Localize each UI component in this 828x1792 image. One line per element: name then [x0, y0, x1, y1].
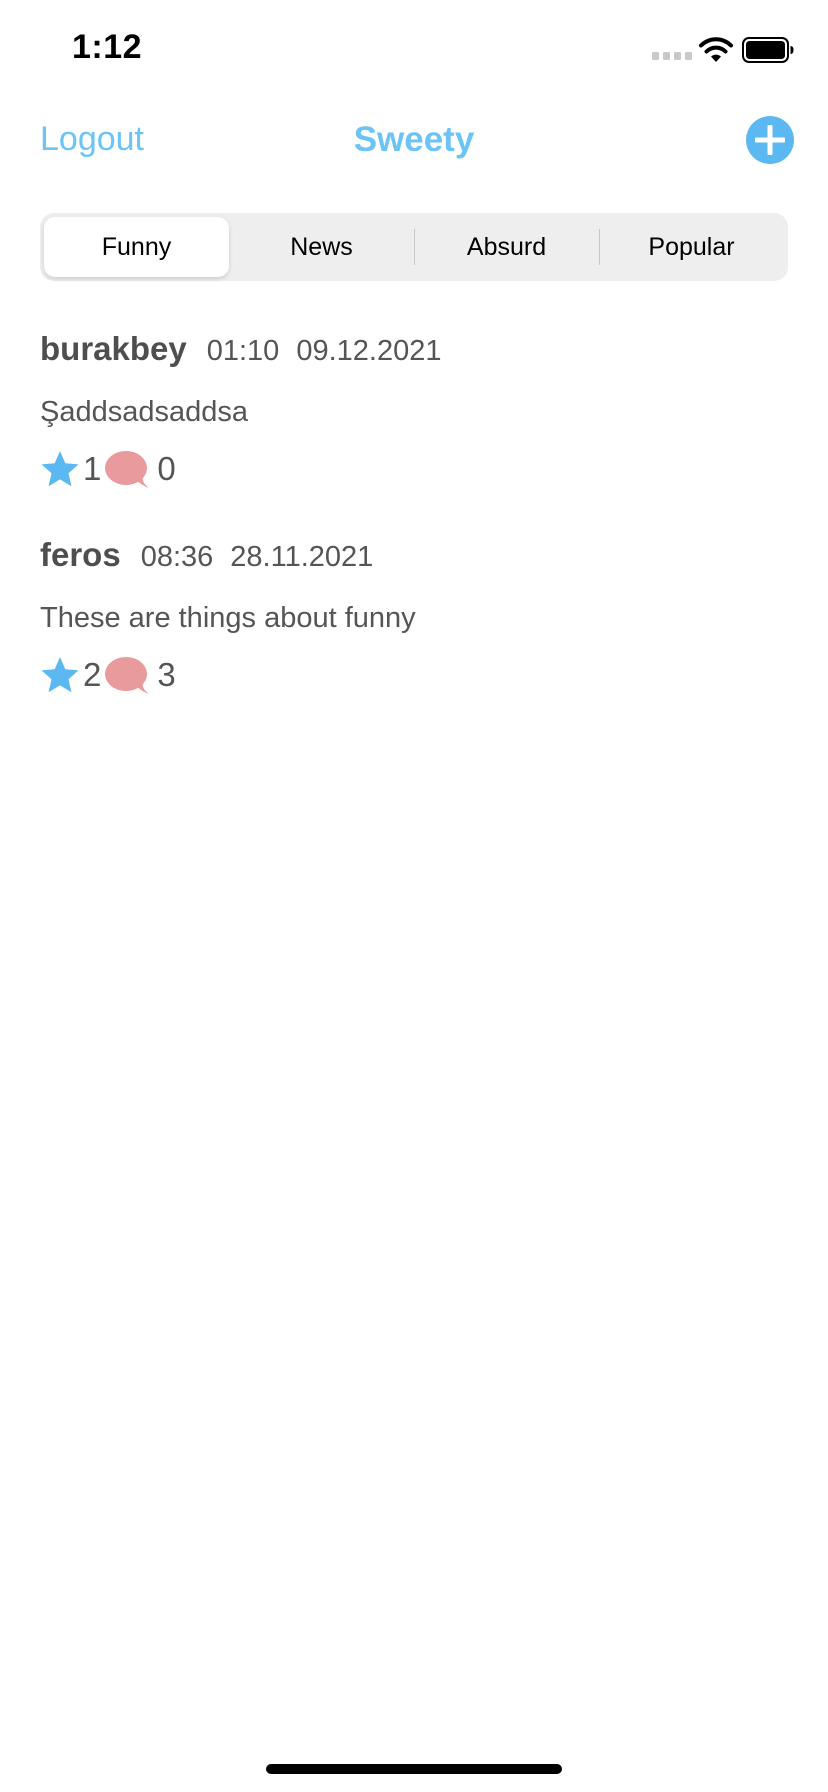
- comment-bubble-icon[interactable]: [103, 449, 151, 489]
- cellular-signal-icon: [652, 52, 692, 60]
- post-stats: 1 0: [40, 447, 788, 491]
- list-item[interactable]: feros 08:36 28.11.2021 These are things …: [40, 536, 788, 697]
- tab-absurd[interactable]: Absurd: [414, 217, 599, 277]
- post-header: feros 08:36 28.11.2021: [40, 536, 788, 580]
- tab-news[interactable]: News: [229, 217, 414, 277]
- battery-icon: [742, 37, 794, 63]
- navigation-bar: Logout Sweety: [0, 100, 828, 184]
- comment-bubble-icon[interactable]: [103, 655, 151, 695]
- tab-funny[interactable]: Funny: [44, 217, 229, 277]
- post-header: burakbey 01:10 09.12.2021: [40, 330, 788, 374]
- post-stats: 2 3: [40, 653, 788, 697]
- star-icon[interactable]: [40, 449, 80, 489]
- post-time: 01:10: [206, 335, 280, 367]
- star-icon[interactable]: [40, 655, 80, 695]
- status-bar: 1:12: [0, 0, 828, 100]
- post-text: Şaddsadsaddsa: [40, 396, 248, 428]
- comment-count: 3: [157, 656, 176, 693]
- list-item[interactable]: burakbey 01:10 09.12.2021 Şaddsadsaddsa …: [40, 330, 788, 491]
- post-date: 28.11.2021: [230, 541, 374, 573]
- category-segmented-control: Funny News Absurd Popular: [40, 213, 788, 281]
- star-count: 1: [83, 450, 102, 487]
- tab-popular[interactable]: Popular: [599, 217, 784, 277]
- post-time: 08:36: [140, 541, 214, 573]
- plus-circle-icon[interactable]: [746, 116, 794, 164]
- post-date: 09.12.2021: [296, 335, 442, 367]
- post-text: These are things about funny: [40, 602, 416, 634]
- page-title: Sweety: [353, 120, 475, 159]
- status-time: 1:12: [72, 28, 143, 66]
- star-count: 2: [83, 656, 102, 693]
- post-username: burakbey: [40, 330, 187, 367]
- post-username: feros: [40, 536, 121, 573]
- app-screen: 1:12 Logout Sweety Funny News Absurd Pop…: [0, 0, 828, 1792]
- home-indicator[interactable]: [266, 1764, 562, 1774]
- wifi-icon: [699, 37, 733, 62]
- comment-count: 0: [157, 450, 176, 487]
